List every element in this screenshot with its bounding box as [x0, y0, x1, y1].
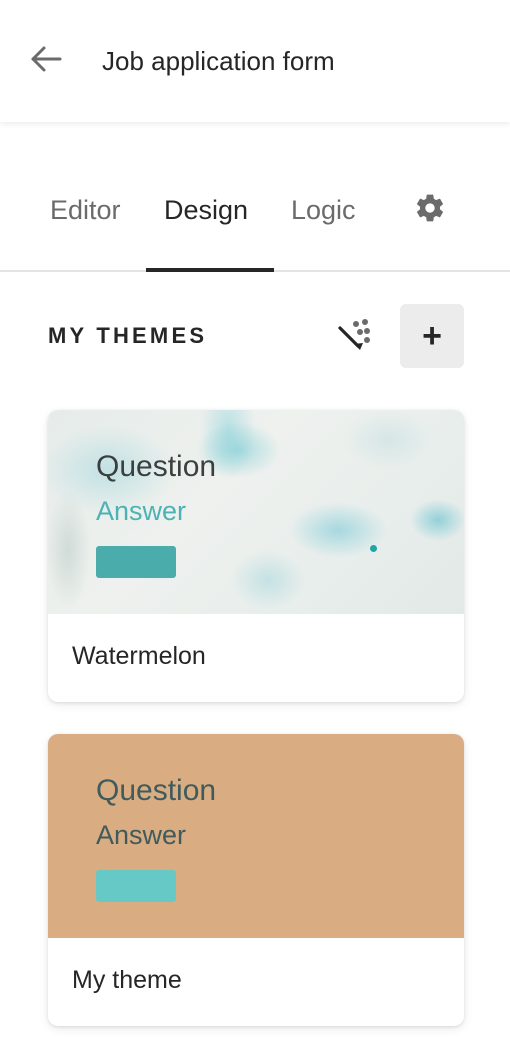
theme-card-my-theme[interactable]: Question Answer My theme — [48, 734, 464, 1026]
theme-preview: Question Answer — [48, 410, 464, 614]
theme-name: My theme — [72, 966, 182, 994]
tab-logic[interactable]: Logic — [291, 192, 356, 228]
plus-icon: + — [422, 317, 442, 355]
theme-card-watermelon[interactable]: Question Answer Watermelon — [48, 410, 464, 702]
arrow-left-icon — [30, 45, 62, 78]
preview-answer: Answer — [96, 496, 187, 526]
preview-button — [96, 870, 176, 902]
theme-gallery-icon — [336, 316, 372, 357]
preview-question: Question — [96, 450, 217, 483]
settings-button[interactable] — [412, 192, 448, 228]
marble-speck — [370, 545, 377, 552]
theme-preview: Question Answer — [48, 734, 464, 938]
top-bar: Job application form — [0, 0, 510, 122]
active-tab-indicator — [146, 268, 274, 272]
tab-editor[interactable]: Editor — [50, 192, 121, 228]
tab-design[interactable]: Design — [164, 192, 248, 228]
theme-gallery-button[interactable] — [332, 314, 376, 358]
back-button[interactable] — [26, 41, 66, 81]
gear-icon — [414, 192, 446, 229]
preview-button — [96, 546, 176, 578]
theme-name: Watermelon — [72, 642, 206, 670]
my-themes-heading: MY THEMES — [48, 323, 208, 348]
page-title: Job application form — [102, 46, 335, 76]
preview-question: Question — [96, 774, 217, 807]
tab-bar: Editor Design Logic — [0, 170, 510, 272]
preview-answer: Answer — [96, 820, 187, 850]
add-theme-button[interactable]: + — [400, 304, 464, 368]
